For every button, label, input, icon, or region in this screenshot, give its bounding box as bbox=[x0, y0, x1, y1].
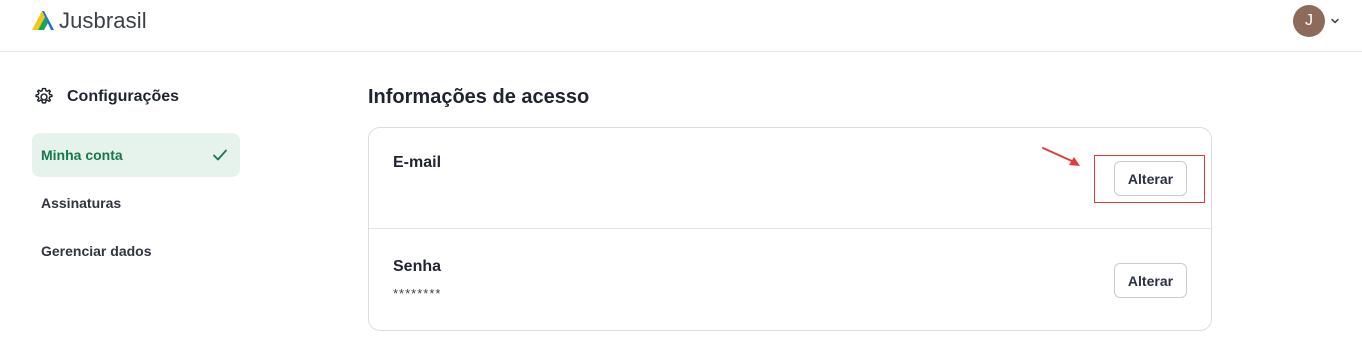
user-menu[interactable]: J bbox=[1293, 5, 1340, 37]
annotation-highlight-box bbox=[1094, 155, 1205, 203]
top-header: Jusbrasil J bbox=[0, 0, 1362, 52]
password-row: Senha ******** Alterar bbox=[369, 230, 1211, 330]
access-info-card: E-mail Alterar Senha ******** Alterar bbox=[368, 127, 1212, 331]
page-title: Informações de acesso bbox=[368, 86, 590, 108]
sidebar-item-label: Gerenciar dados bbox=[41, 243, 152, 259]
password-value: ******** bbox=[393, 286, 442, 301]
chevron-down-icon[interactable] bbox=[1330, 16, 1340, 26]
brand-name: Jusbrasil bbox=[59, 8, 147, 33]
avatar[interactable]: J bbox=[1293, 5, 1325, 37]
email-label: E-mail bbox=[393, 154, 442, 171]
sidebar-item-label: Minha conta bbox=[41, 147, 123, 163]
sidebar-item-minha-conta[interactable]: Minha conta bbox=[32, 133, 240, 177]
sidebar-title-text: Configurações bbox=[67, 88, 180, 105]
annotation-arrow-icon bbox=[1042, 147, 1080, 166]
sidebar-title: Configurações bbox=[33, 86, 179, 108]
email-row: E-mail Alterar bbox=[369, 128, 1211, 229]
change-password-button[interactable]: Alterar bbox=[1114, 263, 1187, 298]
gear-icon bbox=[35, 87, 53, 104]
password-label: Senha bbox=[393, 258, 442, 275]
jusbrasil-logo-mark-icon bbox=[32, 11, 54, 30]
jusbrasil-logo[interactable]: Jusbrasil bbox=[31, 8, 147, 34]
sidebar-item-label: Assinaturas bbox=[41, 195, 122, 211]
check-icon bbox=[213, 149, 227, 161]
sidebar-item-gerenciar-dados[interactable]: Gerenciar dados bbox=[32, 229, 240, 273]
sidebar-item-assinaturas[interactable]: Assinaturas bbox=[32, 181, 240, 225]
